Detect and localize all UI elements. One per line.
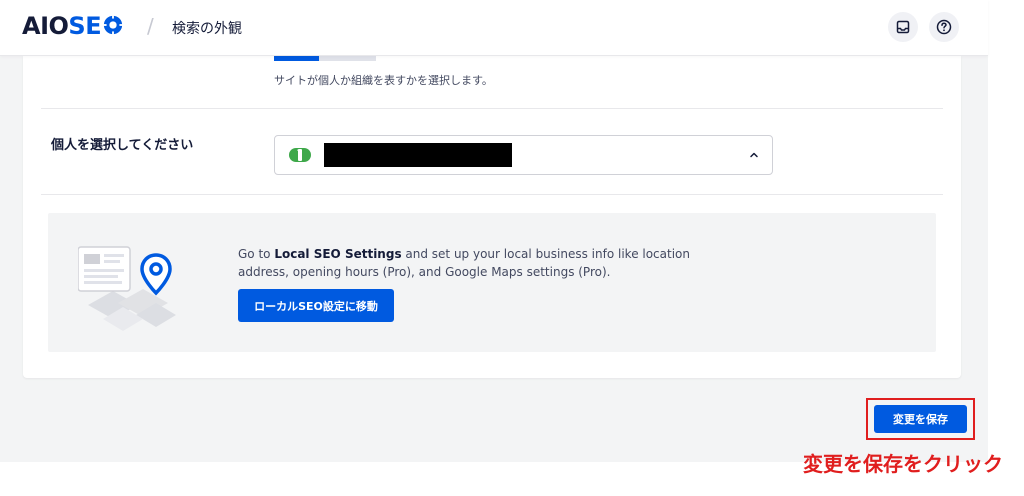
right-margin [988,0,1024,462]
top-bar: AIOSE / 検索の外観 [0,0,988,56]
divider [41,108,943,109]
breadcrumb-separator: / [147,14,154,38]
divider [41,194,943,195]
help-button[interactable] [929,12,959,42]
site-type-helptext: サイトが個人か組織を表すかを選択します。 [274,74,493,87]
site-type-toggle[interactable] [274,56,376,61]
page: AIOSE / 検索の外観 サイトが個人か組織を表すかを選択します。 個人を選択… [0,0,1024,496]
local-seo-settings-link: Local SEO Settings [274,247,402,261]
inbox-icon [896,20,910,34]
save-highlight-box: 変更を保存 [866,398,975,440]
map-pin-illustration-icon [78,246,176,331]
promo-text: Go to Local SEO Settings and set up your… [238,245,698,281]
person-select-label: 個人を選択してください [51,138,194,153]
aioseo-logo[interactable]: AIOSE [22,12,124,40]
logo-aio-text: AIO [22,12,69,40]
breadcrumb: 検索の外観 [172,21,242,37]
chevron-up-icon[interactable] [748,149,760,161]
inbox-button[interactable] [888,12,918,42]
question-circle-icon [936,19,952,35]
promo-text-prefix: Go to [238,247,275,261]
save-changes-button[interactable]: 変更を保存 [874,405,967,433]
logo-seo-text: SE [68,12,102,40]
settings-card: サイトが個人か組織を表すかを選択します。 個人を選択してください Go to L… [23,56,961,378]
person-select[interactable] [274,135,773,175]
go-to-local-seo-button[interactable]: ローカルSEO設定に移動 [238,289,394,322]
gear-icon [103,14,124,36]
site-type-toggle-active [274,56,319,61]
annotation-click-save: 変更を保存をクリック [803,452,1003,476]
local-seo-promo: Go to Local SEO Settings and set up your… [48,213,936,352]
redacted-person-name [324,143,512,167]
user-avatar-icon [289,148,311,162]
